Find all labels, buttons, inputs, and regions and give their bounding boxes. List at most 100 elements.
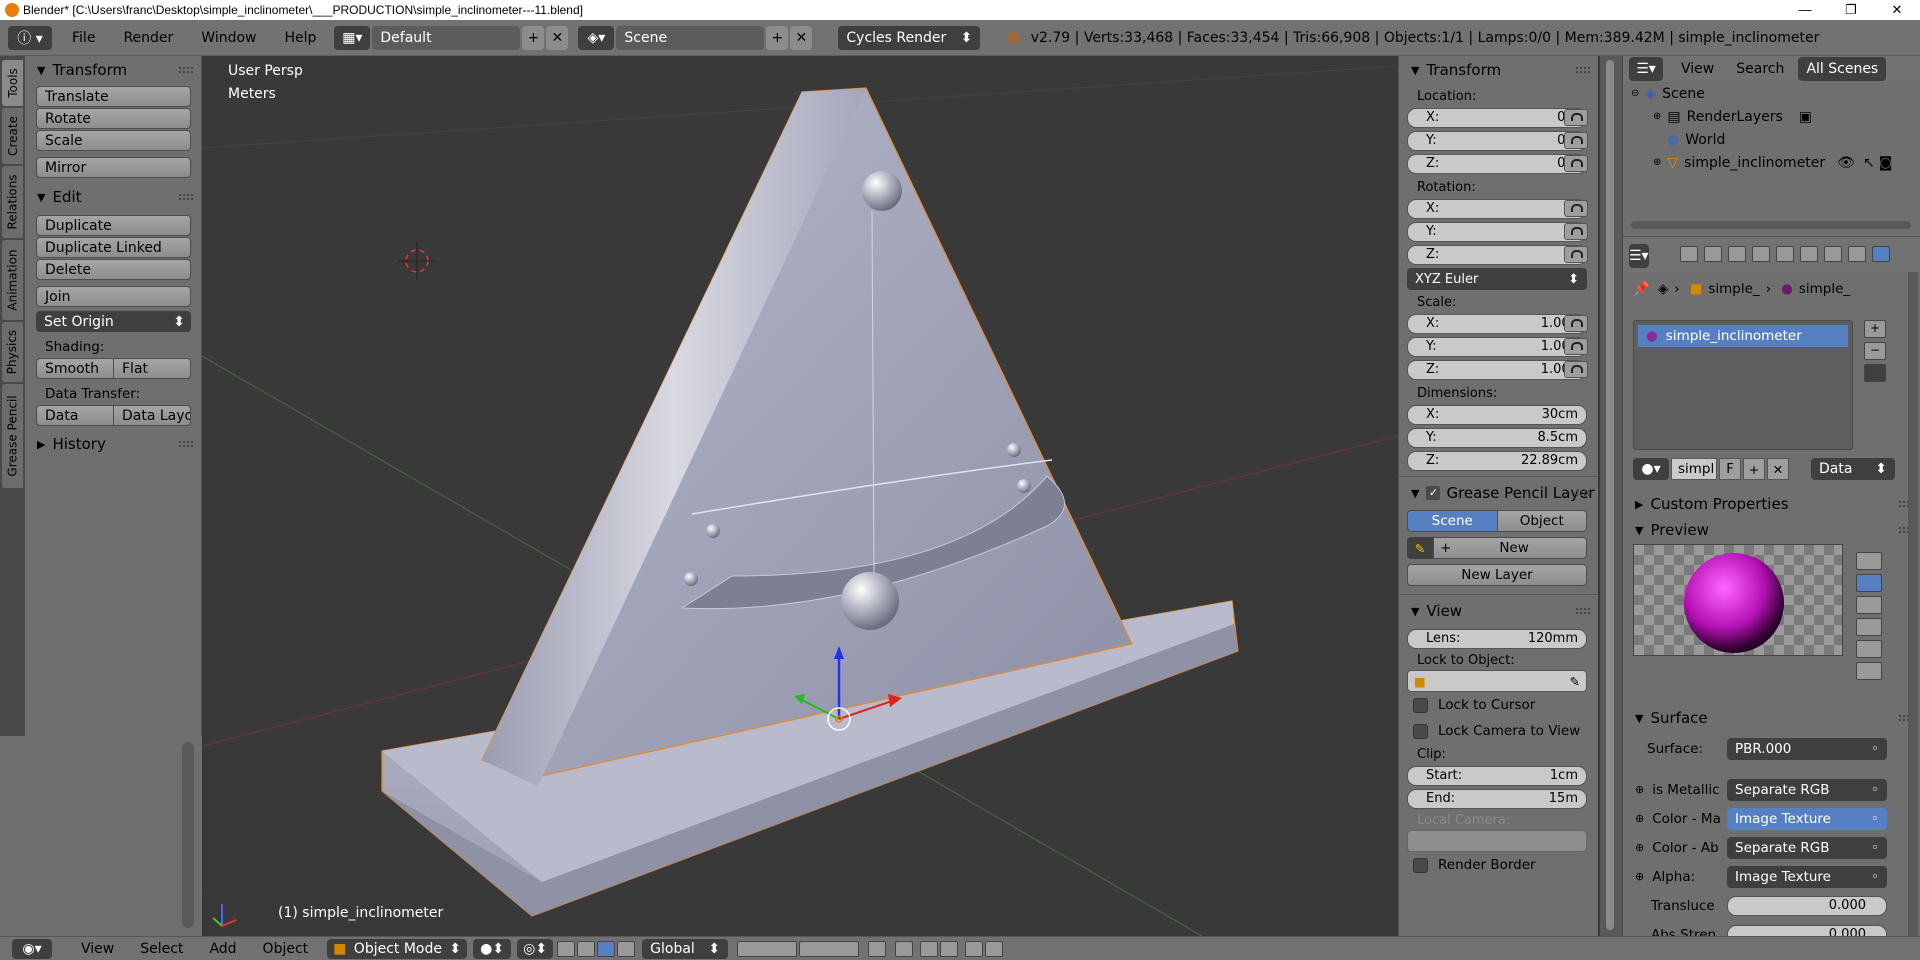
lock-icon[interactable] (1564, 315, 1588, 332)
tab-create[interactable]: Create (2, 108, 23, 164)
preview-flat-icon[interactable] (1856, 552, 1882, 570)
rotation-mode-dropdown[interactable]: XYZ Euler ⬍ (1407, 268, 1587, 290)
lock-icon[interactable] (1564, 338, 1588, 355)
lock-object-field[interactable]: ■ ✎ (1407, 670, 1587, 692)
render-engine-dropdown[interactable]: Cycles Render ⬍ (838, 25, 981, 50)
scene-selector-icon[interactable]: ◈▾ (578, 25, 615, 50)
data-tab-icon[interactable] (1848, 246, 1866, 262)
pivot-point-icon[interactable]: ◎⬍ (517, 938, 554, 959)
screen-layout-field[interactable]: Default (372, 25, 521, 50)
manipulator-toggle-icon[interactable] (557, 940, 576, 957)
outliner-search-menu[interactable]: Search (1736, 61, 1784, 77)
rotation-z-field[interactable]: Z:0° (1407, 244, 1587, 265)
snap-icon[interactable] (920, 940, 939, 957)
tab-physics[interactable]: Physics (2, 322, 23, 382)
lens-field[interactable]: Lens: 120mm (1407, 628, 1587, 649)
outliner-filter-dropdown[interactable]: All Scenes (1798, 57, 1887, 81)
color-ab-input-dropdown[interactable]: Separate RGB ◦ (1727, 836, 1887, 859)
rotation-y-field[interactable]: Y:0° (1407, 221, 1587, 242)
rotate-manipulator-icon[interactable] (597, 940, 616, 957)
clip-end-field[interactable]: End: 15m (1407, 788, 1587, 809)
lock-icon[interactable] (1564, 223, 1588, 240)
render-border-checkbox[interactable]: Render Border (1399, 852, 1598, 878)
screen-layout-icon[interactable]: ▦▾ (334, 25, 371, 50)
surface-header[interactable]: ▼ Surface (1623, 706, 1920, 730)
add-slot-icon[interactable]: + (1864, 320, 1886, 338)
opengl-anim-icon[interactable] (985, 940, 1004, 957)
scale-manipulator-icon[interactable] (617, 940, 636, 957)
scale-z-field[interactable]: Z: 1.000 (1407, 359, 1587, 380)
material-slot-list[interactable]: ● simple_inclinometer (1633, 320, 1853, 450)
material-browse-icon[interactable]: ●▾ (1633, 458, 1669, 480)
gp-new-button[interactable]: + New (1433, 537, 1587, 559)
menu-help[interactable]: Help (270, 30, 330, 46)
3d-viewport[interactable]: User Persp Meters (1) simple_inclinomete… (202, 56, 1398, 936)
lock-camera-checkbox[interactable]: Lock Camera to View (1399, 718, 1598, 744)
pin-icon[interactable]: 📌 (1633, 281, 1650, 297)
outliner-editor-icon[interactable]: ☰▾ (1629, 57, 1663, 81)
slot-specials-icon[interactable] (1864, 364, 1886, 382)
location-x-field[interactable]: X:0m (1407, 107, 1587, 128)
properties-editor-icon[interactable]: ☰▾ (1629, 244, 1649, 268)
data-button[interactable]: Data (36, 405, 114, 426)
set-origin-dropdown[interactable]: Set Origin ⬍ (36, 311, 191, 332)
menu-add[interactable]: Add (196, 941, 249, 957)
dimension-z-field[interactable]: Z: 22.89cm (1407, 450, 1587, 471)
location-z-field[interactable]: Z:0m (1407, 153, 1587, 174)
viewport-shading-icon[interactable]: ●⬍ (473, 938, 512, 959)
add-layout-icon[interactable]: + (522, 25, 545, 50)
properties-scrollbar[interactable] (1908, 272, 1918, 936)
preview-cube-icon[interactable] (1856, 596, 1882, 614)
preview-header[interactable]: ▼ Preview (1623, 518, 1920, 542)
history-panel-header[interactable]: ▶ History (25, 432, 201, 456)
constraints-tab-icon[interactable] (1800, 246, 1818, 262)
remove-slot-icon[interactable]: − (1864, 342, 1886, 360)
remove-layout-icon[interactable]: ✕ (546, 25, 569, 50)
unlink-material-icon[interactable]: ✕ (1767, 458, 1789, 480)
outliner-item-renderlayers[interactable]: ⊕ ▤ RenderLayers ▣ (1623, 105, 1920, 128)
lock-icon[interactable] (1564, 109, 1588, 126)
outliner-item-scene[interactable]: ⊖ ◈ Scene (1623, 82, 1920, 105)
outliner-item-simple-inclinometer[interactable]: ⊕ ▽ simple_inclinometer 👁 ↖ ◙ (1623, 151, 1920, 174)
preview-hair-icon[interactable] (1856, 640, 1882, 658)
minimize-button[interactable]: — (1782, 0, 1828, 20)
dimension-y-field[interactable]: Y: 8.5cm (1407, 427, 1587, 448)
color-ma-input-dropdown[interactable]: Image Texture ◦ (1727, 807, 1887, 830)
editor-type-info-icon[interactable]: ⓘ ▾ (8, 25, 52, 50)
metallic-input-dropdown[interactable]: Separate RGB ◦ (1727, 778, 1887, 801)
translate-button[interactable]: Translate (36, 86, 191, 107)
render-tab-icon[interactable] (1680, 246, 1698, 262)
surface-shader-dropdown[interactable]: PBR.000 ◦ (1727, 737, 1887, 760)
gp-new-layer-button[interactable]: New Layer (1407, 564, 1587, 586)
opengl-render-icon[interactable] (965, 940, 984, 957)
rotate-button[interactable]: Rotate (36, 108, 191, 129)
gp-object-button[interactable]: Object (1497, 510, 1587, 532)
tab-tools[interactable]: Tools (2, 60, 23, 106)
mirror-button[interactable]: Mirror (36, 157, 191, 178)
layers-row-2[interactable] (799, 940, 860, 957)
proportional-edit-icon[interactable] (895, 940, 914, 957)
material-slot-item[interactable]: ● simple_inclinometer (1638, 325, 1848, 347)
preview-sphere-icon[interactable] (1856, 574, 1882, 592)
lock-icon[interactable] (1564, 361, 1588, 378)
pencil-icon[interactable]: ✎ (1407, 537, 1433, 559)
lock-icon[interactable] (1564, 200, 1588, 217)
add-scene-icon[interactable]: + (766, 25, 789, 50)
menu-file[interactable]: File (58, 30, 109, 46)
scene-field[interactable]: Scene (616, 25, 765, 50)
fake-user-button[interactable]: F (1719, 458, 1741, 480)
duplicate-linked-button[interactable]: Duplicate Linked (36, 237, 191, 258)
tab-grease-pencil[interactable]: Grease Pencil (2, 384, 23, 488)
lock-icon[interactable] (1564, 246, 1588, 263)
menu-object[interactable]: Object (250, 941, 322, 957)
snap-element-icon[interactable] (940, 940, 959, 957)
dimension-x-field[interactable]: X: 30cm (1407, 404, 1587, 425)
local-camera-field[interactable] (1407, 830, 1587, 852)
clip-start-field[interactable]: Start: 1cm (1407, 765, 1587, 786)
lock-layer-icon[interactable] (868, 940, 887, 957)
modifiers-tab-icon[interactable] (1824, 246, 1842, 262)
close-button[interactable]: ✕ (1874, 0, 1920, 20)
mode-dropdown[interactable]: ■ Object Mode ⬍ (327, 938, 468, 959)
data-layout-button[interactable]: Data Layo (114, 405, 191, 426)
scale-x-field[interactable]: X: 1.000 (1407, 313, 1587, 334)
